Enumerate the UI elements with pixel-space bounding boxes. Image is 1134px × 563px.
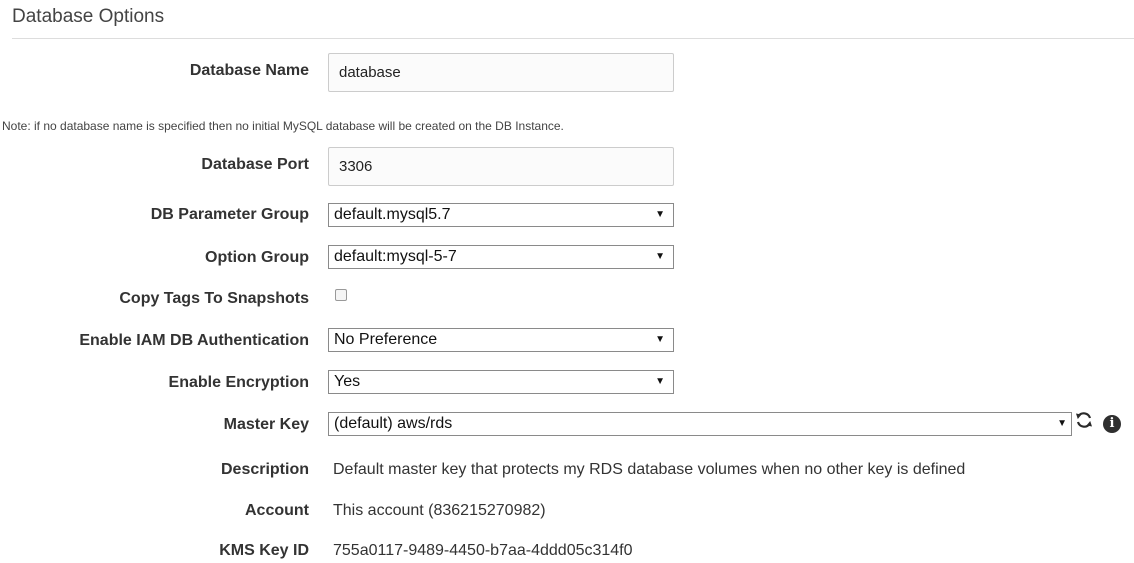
- chevron-down-icon: ▼: [655, 251, 665, 262]
- db-parameter-group-select[interactable]: default.mysql5.7 ▼: [328, 203, 674, 227]
- master-key-value: (default) aws/rds: [334, 415, 453, 432]
- chevron-down-icon: ▼: [655, 209, 665, 220]
- option-group-value: default:mysql-5-7: [334, 248, 457, 265]
- database-port-input[interactable]: [328, 147, 674, 186]
- encryption-label: Enable Encryption: [168, 374, 309, 391]
- option-group-select[interactable]: default:mysql-5-7 ▼: [328, 245, 674, 269]
- database-name-note: Note: if no database name is specified t…: [2, 119, 564, 133]
- description-value: Default master key that protects my RDS …: [333, 461, 966, 478]
- database-port-label: Database Port: [201, 156, 309, 173]
- refresh-icon[interactable]: [1074, 410, 1094, 430]
- chevron-down-icon: ▼: [655, 376, 665, 387]
- chevron-down-icon: ▼: [655, 334, 665, 345]
- kms-key-id-label: KMS Key ID: [219, 542, 309, 559]
- section-divider: [12, 38, 1134, 39]
- database-name-input[interactable]: [328, 53, 674, 92]
- db-parameter-group-value: default.mysql5.7: [334, 206, 451, 223]
- option-group-label: Option Group: [205, 249, 309, 266]
- master-key-label: Master Key: [223, 416, 309, 433]
- database-name-label: Database Name: [189, 62, 309, 79]
- info-icon[interactable]: i: [1103, 415, 1121, 433]
- iam-auth-select[interactable]: No Preference ▼: [328, 328, 674, 352]
- account-label: Account: [245, 502, 309, 519]
- kms-key-id-value: 755a0117-9489-4450-b7aa-4ddd05c314f0: [333, 542, 633, 559]
- copy-tags-checkbox[interactable]: [335, 289, 347, 301]
- account-value: This account (836215270982): [333, 502, 546, 519]
- iam-auth-value: No Preference: [334, 331, 438, 348]
- master-key-select[interactable]: (default) aws/rds ▼: [328, 412, 1072, 436]
- section-title: Database Options: [12, 6, 165, 27]
- copy-tags-label: Copy Tags To Snapshots: [119, 290, 309, 307]
- iam-auth-label: Enable IAM DB Authentication: [79, 332, 309, 349]
- db-parameter-group-label: DB Parameter Group: [150, 206, 309, 223]
- encryption-value: Yes: [334, 373, 361, 390]
- chevron-down-icon: ▼: [1057, 418, 1067, 429]
- description-label: Description: [220, 461, 309, 478]
- encryption-select[interactable]: Yes ▼: [328, 370, 674, 394]
